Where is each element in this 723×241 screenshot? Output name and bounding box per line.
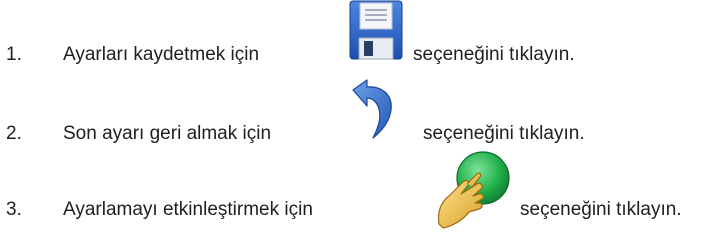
save-floppy-icon[interactable] xyxy=(343,0,409,60)
step-text-after: seçeneğini tıklayın. xyxy=(423,123,585,144)
step-text-before: Ayarlamayı etkinleştirmek için xyxy=(63,199,313,220)
finger-press-green-button-icon[interactable] xyxy=(433,150,513,230)
step-number: 3. xyxy=(6,199,22,220)
step-number: 2. xyxy=(6,123,22,144)
undo-arrow-icon[interactable] xyxy=(345,78,403,140)
step-text-before: Son ayarı geri almak için xyxy=(63,123,272,144)
step-text-after: seçeneğini tıklayın. xyxy=(520,199,682,220)
step-text-before: Ayarları kaydetmek için xyxy=(63,44,260,65)
step-number: 1. xyxy=(6,44,22,65)
step-text-after: seçeneğini tıklayın. xyxy=(413,44,575,65)
